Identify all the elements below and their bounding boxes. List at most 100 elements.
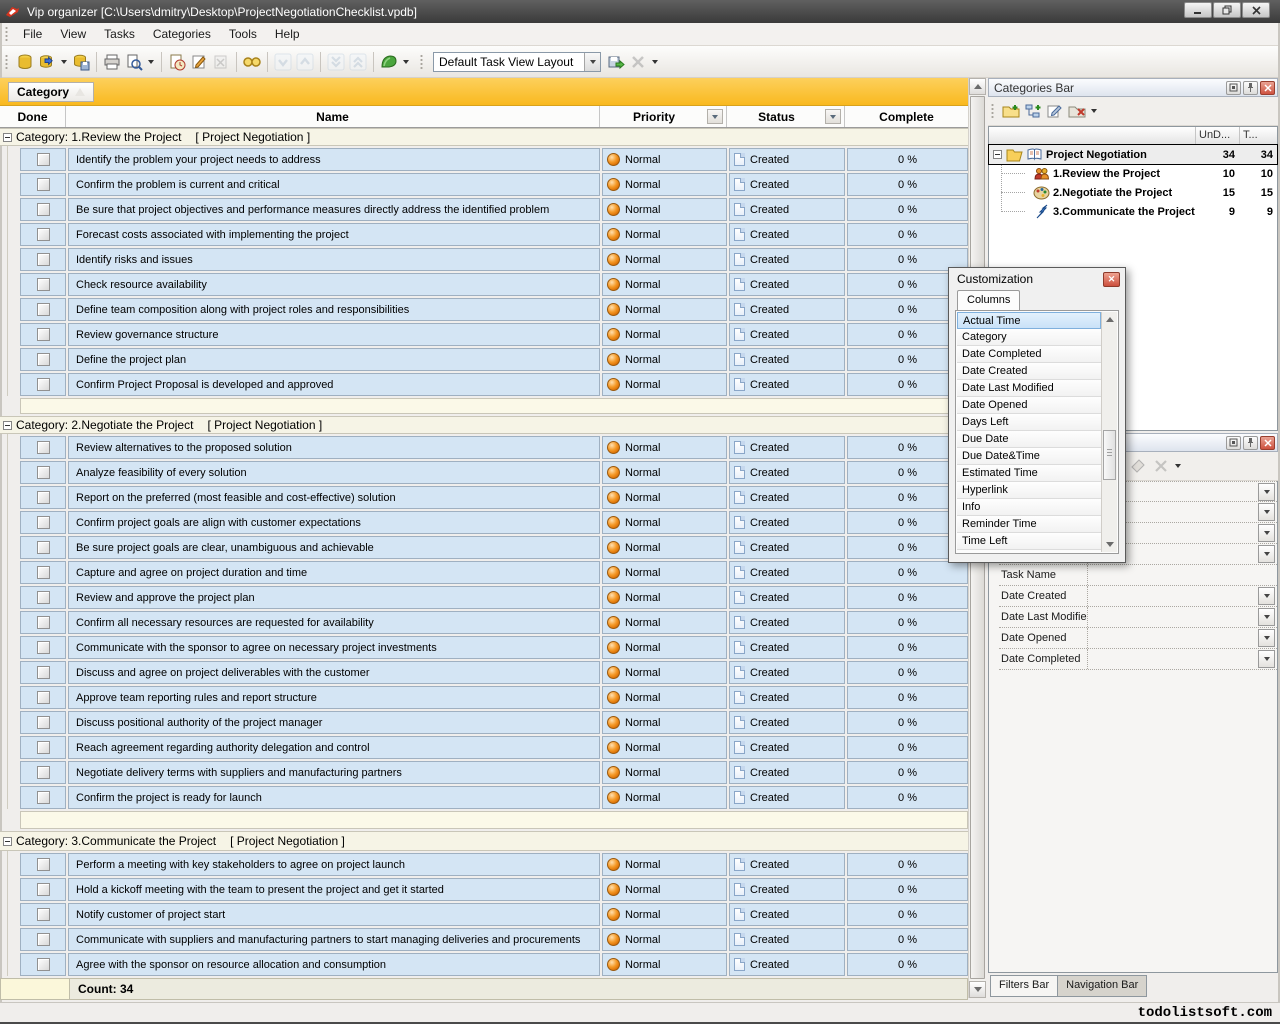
task-checkbox[interactable]	[37, 153, 50, 166]
panel-pin-button[interactable]	[1243, 436, 1258, 450]
task-name-cell[interactable]: Discuss and agree on project deliverable…	[68, 661, 600, 684]
column-list-item[interactable]: Due Date&Time	[957, 448, 1101, 465]
panel-restore-button[interactable]	[1226, 81, 1241, 95]
task-row[interactable]: Capture and agree on project duration an…	[20, 561, 968, 584]
column-list-item[interactable]: Date Last Modified	[957, 380, 1101, 397]
close-button[interactable]	[1242, 2, 1270, 18]
task-checkbox[interactable]	[37, 516, 50, 529]
task-row[interactable]: Communicate with suppliers and manufactu…	[20, 928, 968, 951]
task-name-cell[interactable]: Notify customer of project start	[68, 903, 600, 926]
tree-header-undone[interactable]: UnD...	[1195, 127, 1239, 144]
task-row[interactable]: Reach agreement regarding authority dele…	[20, 736, 968, 759]
new-task-icon[interactable]	[166, 51, 188, 73]
task-row[interactable]: Confirm project goals are align with cus…	[20, 511, 968, 534]
group-header-2[interactable]: Category: 2.Negotiate the Project [ Proj…	[0, 416, 968, 434]
task-checkbox[interactable]	[37, 278, 50, 291]
task-checkbox[interactable]	[37, 666, 50, 679]
task-name-cell[interactable]: Check resource availability	[68, 273, 600, 296]
filter-dropdown[interactable]	[1258, 608, 1275, 626]
task-checkbox[interactable]	[37, 883, 50, 896]
dialog-scroll-thumb[interactable]	[1103, 430, 1116, 480]
task-name-cell[interactable]: Review governance structure	[68, 323, 600, 346]
task-row[interactable]: Negotiate delivery terms with suppliers …	[20, 761, 968, 784]
column-list-item[interactable]: Time Left	[957, 533, 1101, 550]
scroll-down-button[interactable]	[969, 981, 986, 998]
task-checkbox[interactable]	[37, 541, 50, 554]
column-list-item[interactable]: Actual Time	[957, 312, 1101, 329]
task-checkbox[interactable]	[37, 616, 50, 629]
task-checkbox[interactable]	[37, 466, 50, 479]
menu-item[interactable]: Tasks	[95, 24, 144, 44]
tab-navigation-bar[interactable]: Navigation Bar	[1058, 975, 1147, 997]
filter-dropdown[interactable]	[1258, 629, 1275, 647]
task-name-cell[interactable]: Forecast costs associated with implement…	[68, 223, 600, 246]
notification-icon[interactable]	[378, 51, 400, 73]
collapse-icon[interactable]	[3, 133, 12, 142]
new-database-icon[interactable]	[14, 51, 36, 73]
task-checkbox[interactable]	[37, 566, 50, 579]
dialog-list-scrollbar[interactable]	[1101, 312, 1117, 552]
task-checkbox[interactable]	[37, 641, 50, 654]
move-down-icon[interactable]	[272, 51, 294, 73]
task-row[interactable]: Check resource availability Normal Creat…	[20, 273, 968, 296]
task-checkbox[interactable]	[37, 908, 50, 921]
task-checkbox[interactable]	[37, 491, 50, 504]
task-row[interactable]: Approve team reporting rules and report …	[20, 686, 968, 709]
task-checkbox[interactable]	[37, 591, 50, 604]
column-header-status[interactable]: Status	[727, 106, 845, 127]
notification-dropdown-caret[interactable]	[403, 60, 409, 64]
task-row[interactable]: Review and approve the project plan Norm…	[20, 586, 968, 609]
menu-item[interactable]: Categories	[144, 24, 220, 44]
print-preview-icon[interactable]	[123, 51, 145, 73]
column-list-item[interactable]: Date Opened	[957, 397, 1101, 414]
collapse-icon[interactable]	[3, 837, 12, 846]
column-header-complete[interactable]: Complete	[845, 106, 968, 127]
clear-filter-icon[interactable]	[1128, 455, 1150, 477]
task-name-cell[interactable]: Be sure project goals are clear, unambig…	[68, 536, 600, 559]
dialog-scroll-down[interactable]	[1102, 537, 1117, 552]
dialog-scroll-up[interactable]	[1102, 312, 1117, 327]
task-checkbox[interactable]	[37, 741, 50, 754]
task-name-cell[interactable]: Reach agreement regarding authority dele…	[68, 736, 600, 759]
task-checkbox[interactable]	[37, 691, 50, 704]
task-row[interactable]: Discuss positional authority of the proj…	[20, 711, 968, 734]
task-checkbox[interactable]	[37, 303, 50, 316]
task-checkbox[interactable]	[37, 958, 50, 971]
task-row[interactable]: Confirm the project is ready for launch …	[20, 786, 968, 809]
filter-dropdown[interactable]	[1258, 483, 1275, 501]
tab-filters-bar[interactable]: Filters Bar	[990, 975, 1058, 997]
task-checkbox[interactable]	[37, 441, 50, 454]
column-list-item[interactable]: Hyperlink	[957, 482, 1101, 499]
save-database-icon[interactable]	[70, 51, 92, 73]
group-by-chip[interactable]: Category	[8, 82, 94, 102]
restore-button[interactable]	[1213, 2, 1241, 18]
task-name-cell[interactable]: Communicate with the sponsor to agree on…	[68, 636, 600, 659]
filters-toolbar-caret[interactable]	[1175, 464, 1181, 468]
task-row[interactable]: Hold a kickoff meeting with the team to …	[20, 878, 968, 901]
task-name-cell[interactable]: Report on the preferred (most feasible a…	[68, 486, 600, 509]
dialog-close-button[interactable]: ✕	[1103, 272, 1120, 287]
task-row[interactable]: Report on the preferred (most feasible a…	[20, 486, 968, 509]
delete-filter-icon[interactable]	[1150, 455, 1172, 477]
task-name-cell[interactable]: Review and approve the project plan	[68, 586, 600, 609]
tree-header-total[interactable]: T...	[1239, 127, 1277, 144]
task-name-cell[interactable]: Capture and agree on project duration an…	[68, 561, 600, 584]
save-layout-icon[interactable]	[605, 51, 627, 73]
task-name-cell[interactable]: Define the project plan	[68, 348, 600, 371]
edit-category-icon[interactable]	[1044, 100, 1066, 122]
task-name-cell[interactable]: Agree with the sponsor on resource alloc…	[68, 953, 600, 976]
column-list-item[interactable]: Date Completed	[957, 346, 1101, 363]
task-row[interactable]: Define team composition along with proje…	[20, 298, 968, 321]
filter-dropdown[interactable]	[1258, 650, 1275, 668]
task-checkbox[interactable]	[37, 328, 50, 341]
task-checkbox[interactable]	[37, 228, 50, 241]
layout-dropdown-caret[interactable]	[652, 60, 658, 64]
task-name-cell[interactable]: Approve team reporting rules and report …	[68, 686, 600, 709]
column-list-item[interactable]: Info	[957, 499, 1101, 516]
scroll-up-button[interactable]	[969, 78, 986, 95]
menu-item[interactable]: File	[14, 24, 51, 44]
category-row-communicate[interactable]: 3.Communicate the Project 9 9	[989, 202, 1277, 221]
task-checkbox[interactable]	[37, 858, 50, 871]
task-row[interactable]: Forecast costs associated with implement…	[20, 223, 968, 246]
menu-item[interactable]: Help	[266, 24, 309, 44]
